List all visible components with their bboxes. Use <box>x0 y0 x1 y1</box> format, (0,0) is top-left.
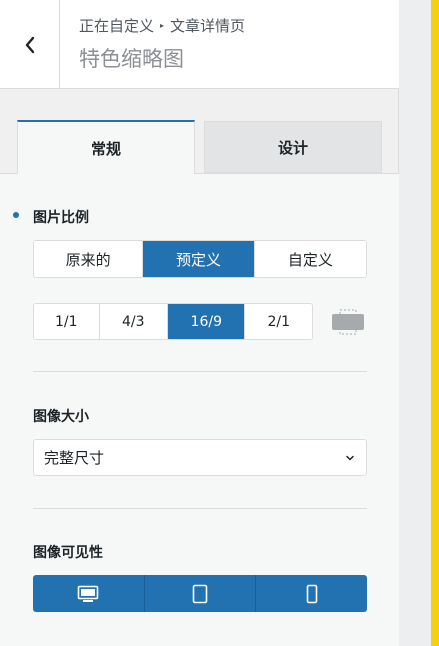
tab-general-label: 常规 <box>90 140 121 158</box>
tab-general[interactable]: 常规 <box>17 120 195 175</box>
image-size-select[interactable]: 完整尺寸 <box>33 439 367 476</box>
back-button[interactable] <box>0 0 60 89</box>
section-divider <box>33 371 367 372</box>
tab-design-label: 设计 <box>277 138 308 157</box>
chevron-left-icon <box>25 36 34 53</box>
preview-accent-bar <box>431 0 439 646</box>
ratio-2-1-button[interactable]: 2/1 <box>245 304 312 339</box>
ratio-16-9-button[interactable]: 16/9 <box>168 304 246 339</box>
ratio-1-1-button[interactable]: 1/1 <box>34 304 100 339</box>
chevron-down-icon <box>346 455 354 460</box>
visibility-desktop-button[interactable] <box>33 575 145 612</box>
section-divider <box>33 508 367 509</box>
image-ratio-label: 图片比例 <box>33 210 89 226</box>
aspect-ratio-toggle[interactable] <box>331 305 365 339</box>
page-title: 特色缩略图 <box>79 47 184 71</box>
tab-design[interactable]: 设计 <box>204 121 382 173</box>
desktop-icon <box>78 585 99 602</box>
image-visibility-label: 图像可见性 <box>33 545 103 561</box>
ratio-mode-group: 原来的 预定义 自定义 <box>33 240 367 278</box>
modified-indicator-icon <box>13 212 19 218</box>
breadcrumb: 正在自定义 ▸ 文章详情页 <box>79 15 245 36</box>
ratio-4-3-button[interactable]: 4/3 <box>99 304 169 339</box>
visibility-tablet-button[interactable] <box>145 575 257 612</box>
caret-right-icon: ▸ <box>160 21 165 30</box>
tablet-icon <box>192 584 208 603</box>
visibility-mobile-button[interactable] <box>256 575 367 612</box>
visibility-device-group <box>33 575 367 612</box>
customizer-header: 正在自定义 ▸ 文章详情页 特色缩略图 <box>0 0 399 89</box>
mobile-icon <box>306 584 317 603</box>
breadcrumb-prefix: 正在自定义 <box>79 17 155 35</box>
preview-area <box>400 0 431 646</box>
breadcrumb-current: 文章详情页 <box>170 17 246 35</box>
mode-original-button[interactable]: 原来的 <box>34 241 144 277</box>
ratio-preset-group: 1/1 4/3 16/9 2/1 <box>33 303 313 340</box>
mode-predefined-button[interactable]: 预定义 <box>143 241 255 277</box>
mode-custom-button[interactable]: 自定义 <box>254 241 366 277</box>
image-size-label: 图像大小 <box>33 409 89 425</box>
image-size-value: 完整尺寸 <box>44 449 105 467</box>
aspect-ratio-icon <box>332 309 364 335</box>
